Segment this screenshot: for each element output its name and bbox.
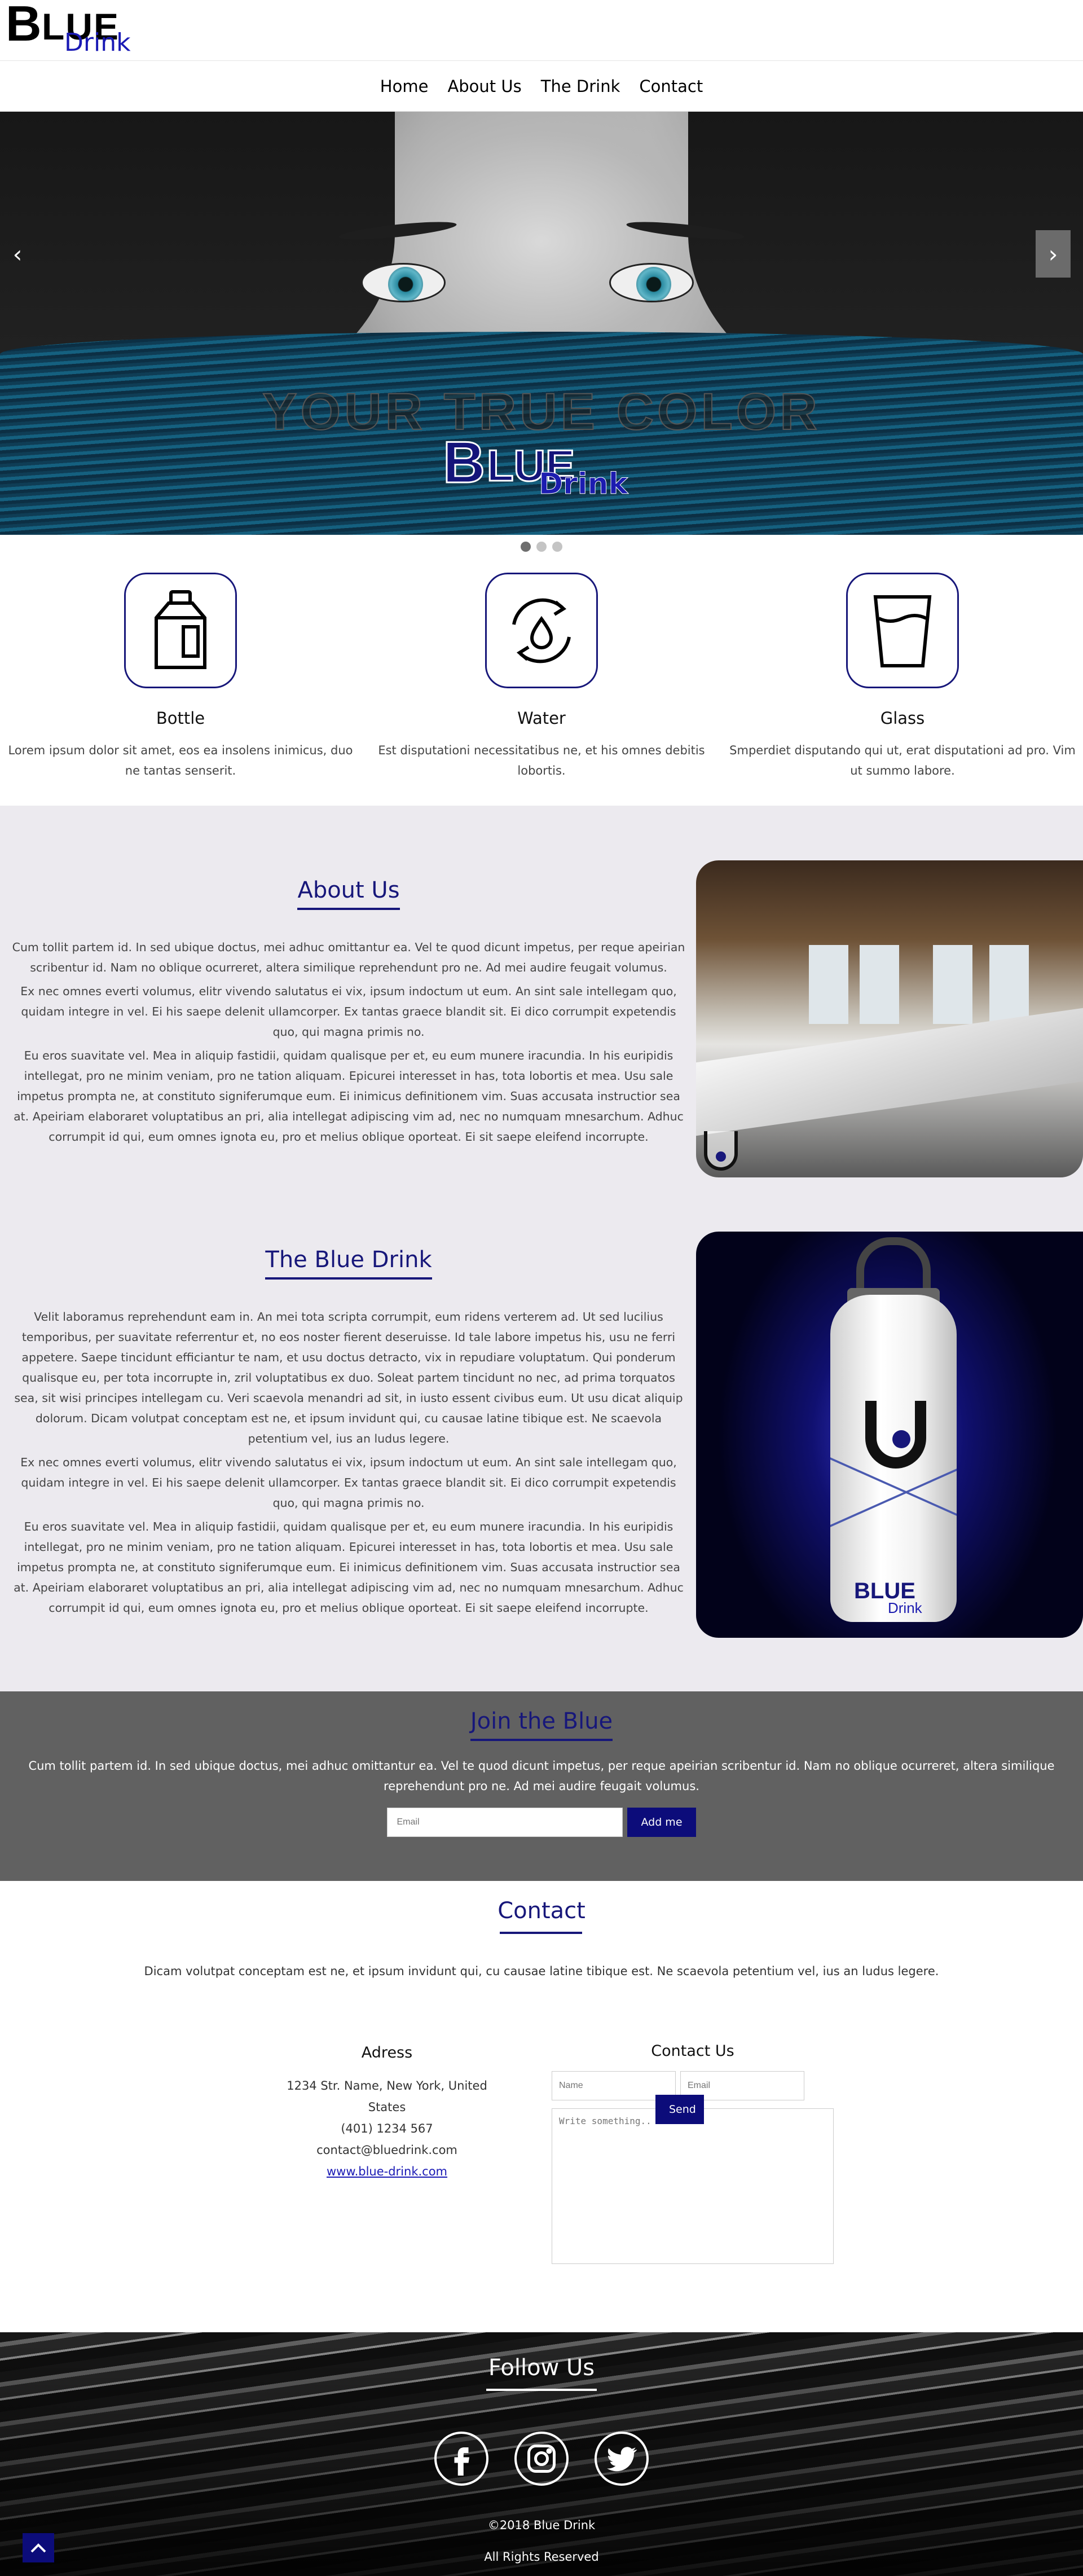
brand-mark-icon — [865, 1401, 926, 1469]
about-paragraph: Cum tollit partem id. In sed ubique doct… — [12, 940, 685, 974]
drink-title: The Blue Drink — [265, 1247, 432, 1280]
brand-logo[interactable]: B LUE Drink — [6, 0, 131, 58]
about-paragraph: Eu eros suavitate vel. Mea in aliquip fa… — [14, 1049, 684, 1144]
drink-paragraph: Velit laboramus reprehendunt eam in. An … — [14, 1310, 683, 1445]
phone-text: (401) 1234 567 — [341, 2122, 433, 2135]
feature-water: Water Est disputationi necessitatibus ne… — [361, 573, 722, 805]
about-title: About Us — [297, 877, 400, 910]
about-section: About Us Cum tollit partem id. In sed ub… — [0, 877, 697, 1147]
social-links — [434, 2432, 649, 2486]
join-title: Join the Blue — [470, 1708, 613, 1741]
carousel-dot-1[interactable] — [521, 542, 531, 552]
email-text: contact@bluedrink.com — [316, 2143, 457, 2157]
feature-title: Bottle — [156, 709, 205, 728]
feature-text: Lorem ipsum dolor sit amet, eos ea insol… — [8, 744, 353, 777]
feature-bottle: Bottle Lorem ipsum dolor sit amet, eos e… — [0, 573, 361, 805]
bottle-label: BLUE Drink — [854, 1579, 922, 1617]
facebook-icon[interactable] — [434, 2432, 488, 2486]
hero-logo-subtitle: Drink — [538, 467, 628, 501]
message-field[interactable] — [552, 2108, 834, 2264]
nav-home[interactable]: Home — [380, 77, 429, 96]
carousel-dot-2[interactable] — [536, 542, 547, 552]
twitter-icon[interactable] — [595, 2432, 649, 2486]
feature-text: Smperdiet disputando qui ut, erat disput… — [729, 744, 1076, 777]
feature-title: Water — [517, 709, 566, 728]
hero-image-eye-left — [361, 263, 446, 302]
main-nav: Home About Us The Drink Contact — [0, 61, 1083, 112]
site-footer: Follow Us ©2018 Blue Drink All Rights Re… — [0, 2332, 1083, 2576]
back-to-top-button[interactable] — [23, 2533, 54, 2562]
contact-title: Contact — [498, 1898, 585, 1924]
send-button[interactable]: Send — [655, 2095, 704, 2124]
drink-paragraph: Eu eros suavitate vel. Mea in aliquip fa… — [14, 1520, 684, 1615]
carousel-prev-button[interactable]: ‹ — [0, 230, 35, 278]
contact-form: Contact Us — [552, 2042, 834, 2266]
carousel-indicators — [0, 542, 1083, 552]
drink-paragraph: Ex nec omnes everti volumus, elitr viven… — [20, 1456, 677, 1510]
hero-logo-initial: B — [442, 430, 486, 495]
hero-logo: B LUE Drink — [437, 433, 651, 507]
bottle-label-sub: Drink — [888, 1599, 922, 1616]
instagram-icon[interactable] — [514, 2432, 569, 2486]
address-text: 1234 Str. Name, New York, United States — [287, 2079, 487, 2114]
hero-image-eye-right — [609, 263, 694, 302]
carousel-dot-3[interactable] — [552, 542, 562, 552]
newsletter-form: Add me — [0, 1808, 1083, 1837]
nav-contact[interactable]: Contact — [639, 77, 703, 96]
glass-icon — [846, 573, 959, 688]
chevron-up-icon — [30, 2543, 46, 2553]
bottle-icon — [124, 573, 237, 688]
brand-mark-icon — [704, 1131, 738, 1171]
join-text: Cum tollit partem id. In sed ubique doct… — [28, 1759, 1055, 1793]
copyright-text: ©2018 Blue Drink — [487, 2518, 596, 2532]
feature-glass: Glass Smperdiet disputando qui ut, erat … — [722, 573, 1083, 805]
features-section: Bottle Lorem ipsum dolor sit amet, eos e… — [0, 573, 1083, 805]
newsletter-email-input[interactable] — [387, 1808, 623, 1837]
water-cycle-icon — [485, 573, 598, 688]
bottle-photo: BLUE Drink — [696, 1232, 1083, 1638]
website-link[interactable]: www.blue-drink.com — [327, 2165, 447, 2178]
add-me-button[interactable]: Add me — [627, 1808, 696, 1837]
about-paragraph: Ex nec omnes everti volumus, elitr viven… — [20, 984, 677, 1039]
drink-section: The Blue Drink Velit laboramus reprehend… — [0, 1247, 697, 1618]
office-photo — [696, 860, 1083, 1177]
logo-initial: B — [6, 0, 42, 51]
contact-form-title: Contact Us — [651, 2042, 734, 2060]
contact-section: Contact Dicam volutpat conceptam est ne,… — [0, 1881, 1083, 2332]
nav-about[interactable]: About Us — [447, 77, 521, 96]
carousel-next-button[interactable]: › — [1036, 230, 1071, 278]
rights-text: All Rights Reserved — [484, 2550, 599, 2564]
address-title: Adress — [361, 2044, 413, 2061]
address-block: Adress 1234 Str. Name, New York, United … — [280, 2042, 494, 2182]
contact-intro: Dicam volutpat conceptam est ne, et ipsu… — [144, 1964, 939, 1978]
join-section: Join the Blue Cum tollit partem id. In s… — [0, 1691, 1083, 1881]
feature-text: Est disputationi necessitatibus ne, et h… — [378, 744, 705, 777]
feature-title: Glass — [880, 709, 925, 728]
follow-title: Follow Us — [488, 2355, 595, 2381]
nav-drink[interactable]: The Drink — [541, 77, 620, 96]
hero-carousel: YOUR TRUE COLOR B LUE Drink ‹ › — [0, 112, 1083, 535]
logo-subtitle: Drink — [64, 28, 131, 57]
site-header: B LUE Drink — [0, 0, 1083, 61]
